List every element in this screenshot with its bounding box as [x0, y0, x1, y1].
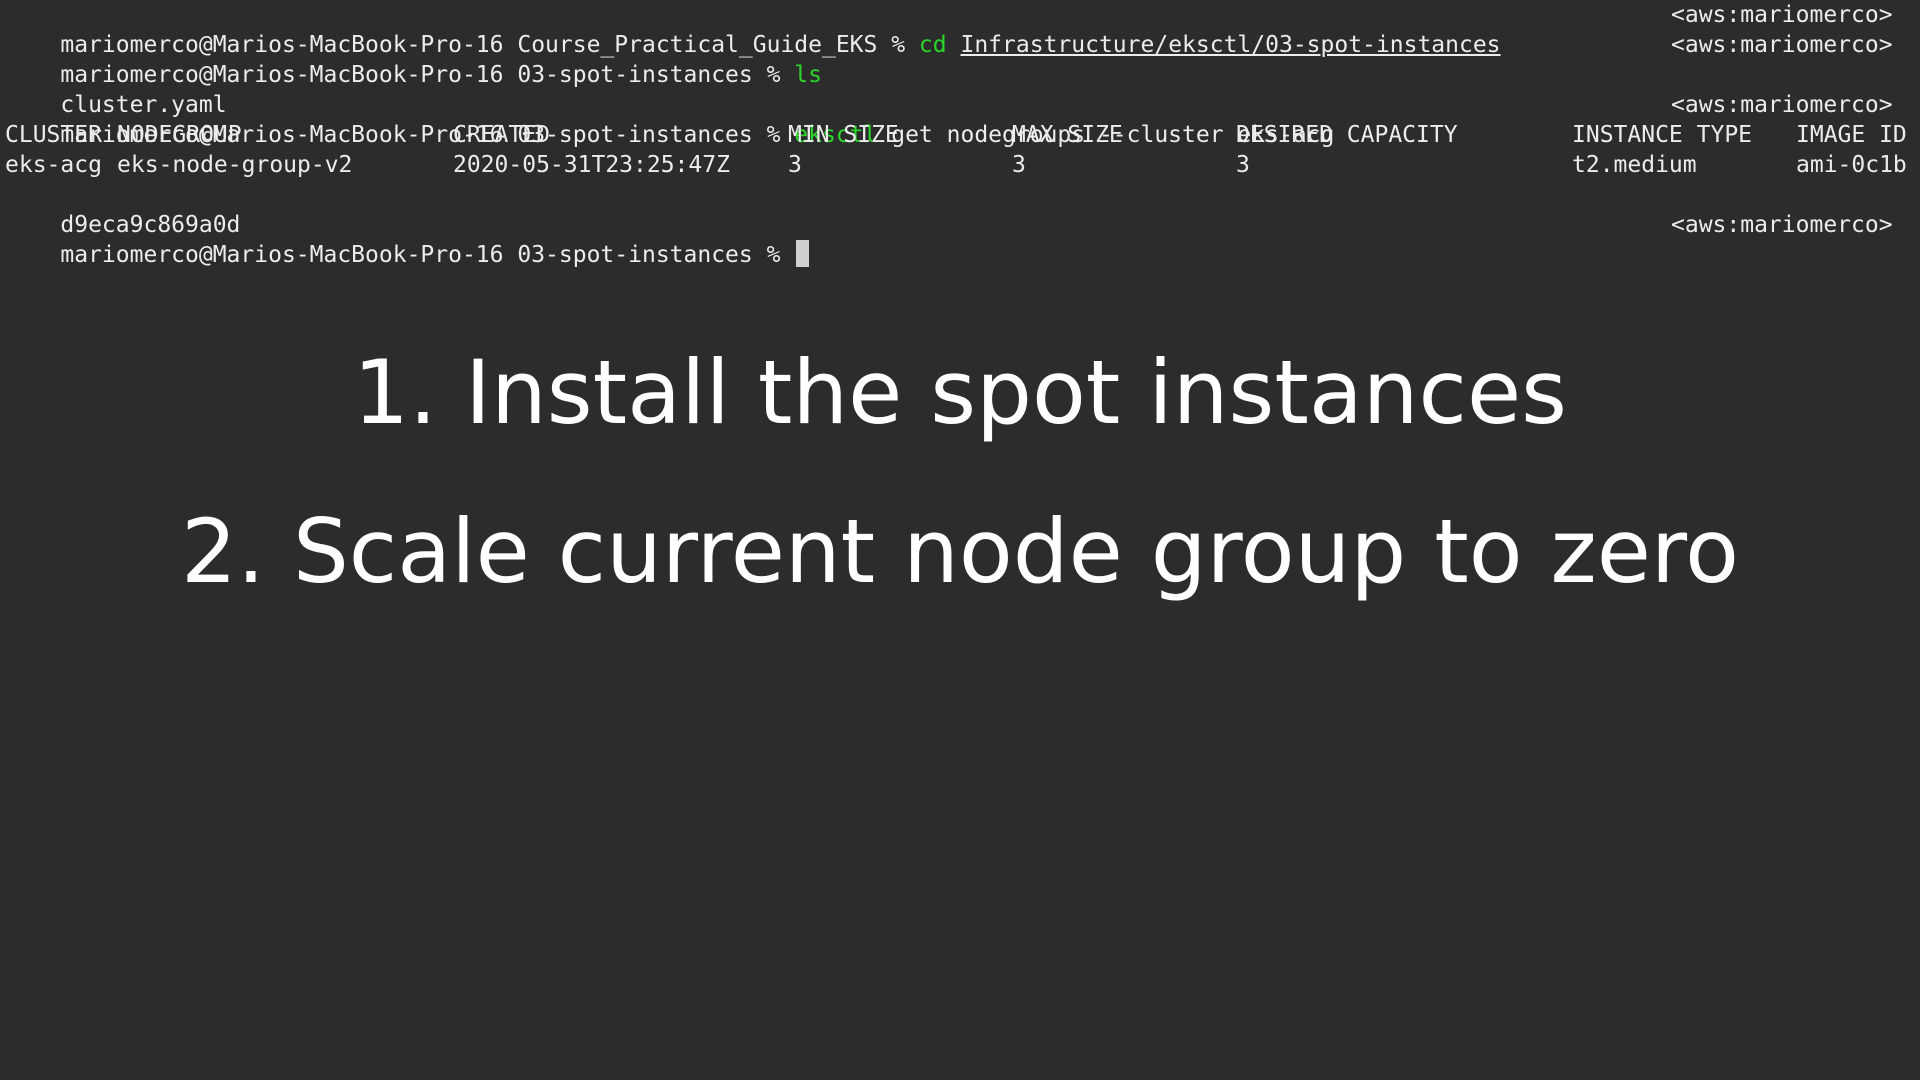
header-min-size: MIN SIZE [788, 122, 899, 148]
terminal-output-line: cluster.yaml [5, 60, 1920, 118]
table-row-wrap: d9eca9c869a0d [5, 180, 1920, 238]
table-header-row: CLUSTER NODEGROUP CREATED MIN SIZE MAX S… [5, 120, 1920, 150]
text-cursor[interactable] [796, 240, 810, 267]
aws-profile-rprompt: <aws:mariomerco> [1671, 92, 1893, 118]
aws-profile-rprompt: <aws:mariomerco> [1671, 212, 1893, 238]
cell-max-size: 3 [1012, 152, 1026, 178]
cell-min-size: 3 [788, 152, 802, 178]
header-cluster: CLUSTER [5, 122, 102, 148]
header-max-size: MAX SIZE [1012, 122, 1123, 148]
terminal-line: mariomerco@Marios-MacBook-Pro-16 Course_… [5, 0, 1920, 58]
header-instance-type: INSTANCE TYPE [1572, 122, 1753, 148]
cell-instance-type: t2.medium [1572, 152, 1697, 178]
cell-nodegroup: eks-node-group-v2 [117, 152, 353, 178]
overlay-step-2: 2. Scale current node group to zero [181, 500, 1739, 603]
aws-profile-rprompt: <aws:mariomerco> [1671, 2, 1893, 28]
table-row: eks-acg eks-node-group-v2 2020-05-31T23:… [5, 150, 1920, 180]
header-nodegroup: NODEGROUP [117, 122, 242, 148]
header-created: CREATED [453, 122, 550, 148]
cell-desired-capacity: 3 [1236, 152, 1250, 178]
terminal-line: mariomerco@Marios-MacBook-Pro-16 03-spot… [5, 90, 1920, 148]
terminal-line: mariomerco@Marios-MacBook-Pro-16 03-spot… [5, 210, 1920, 268]
header-image-id: IMAGE ID [1796, 122, 1907, 148]
overlay-step-1: 1. Install the spot instances [353, 341, 1567, 444]
header-desired-capacity: DESIRED CAPACITY [1236, 122, 1458, 148]
cell-image-id: ami-0c1b [1796, 152, 1907, 178]
cell-cluster: eks-acg [5, 152, 102, 178]
shell-prompt: mariomerco@Marios-MacBook-Pro-16 03-spot… [60, 242, 795, 268]
terminal-window[interactable]: mariomerco@Marios-MacBook-Pro-16 Course_… [5, 0, 1920, 268]
terminal-line: mariomerco@Marios-MacBook-Pro-16 03-spot… [5, 30, 1920, 88]
cell-created: 2020-05-31T23:25:47Z [453, 152, 730, 178]
aws-profile-rprompt: <aws:mariomerco> [1671, 32, 1893, 58]
